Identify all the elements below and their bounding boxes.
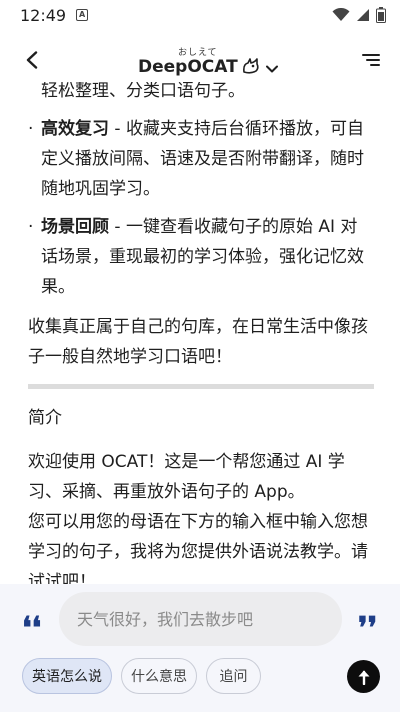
assistant-message: 轻松整理、分类口语句子。 · 高效复习 - 收藏夹支持后台循环播放，可自定义播放…	[0, 82, 400, 584]
status-bar: 12:49 A	[0, 0, 400, 30]
brand-ruby: おしえて	[178, 48, 218, 58]
back-button[interactable]	[20, 48, 44, 72]
quote-open-icon: ❛❛	[22, 611, 42, 646]
feature-bullet-scene: · 场景回顾 - 一键查看收藏句子的原始 AI 对话场景，重现最初的学习体验，强…	[28, 212, 374, 302]
closing-paragraph: 收集真正属于自己的句库，在日常生活中像孩子一般自然地学习口语吧！	[28, 317, 368, 367]
status-time: 12:49	[20, 5, 67, 25]
status-indicators	[332, 7, 386, 23]
bullet-title: 场景回顾	[41, 217, 109, 237]
back-arrow-icon	[26, 51, 38, 69]
bullet-dot: ·	[28, 119, 34, 139]
arrow-up-icon	[358, 670, 369, 685]
message-line-partial: 轻松整理、分类口语句子。	[41, 82, 245, 101]
chevron-down-icon	[265, 65, 278, 73]
brand-name: おしえて DeepOCAT	[138, 48, 238, 78]
message-input[interactable]	[59, 592, 342, 646]
notification-icon: A	[76, 9, 89, 21]
menu-button[interactable]	[358, 48, 382, 72]
bullet-title: 高效复习	[41, 119, 109, 139]
brand-switcher[interactable]: おしえて DeepOCAT	[138, 38, 278, 78]
composer: ❛❛ ❜❜ 英语怎么说 什么意思 追问	[0, 584, 400, 712]
intro-paragraph-2: 您可以用您的母语在下方的输入框中输入您想学习的句子，我将为您提供外语说法教学。请…	[28, 512, 368, 584]
cat-logo-icon	[242, 58, 259, 74]
intro-paragraph-1: 欢迎使用 OCAT！这是一个帮您通过 AI 学习、采摘、再重放外语句子的 App…	[28, 452, 345, 502]
bullet-dot: ·	[28, 217, 34, 237]
menu-icon	[362, 54, 380, 66]
section-divider	[28, 384, 374, 389]
wifi-icon	[332, 8, 350, 21]
quote-close-icon: ❜❜	[358, 611, 378, 646]
chip-follow-up[interactable]: 追问	[206, 658, 261, 694]
chat-content[interactable]: 轻松整理、分类口语句子。 · 高效复习 - 收藏夹支持后台循环播放，可自定义播放…	[0, 82, 400, 584]
app-header: おしえて DeepOCAT	[0, 36, 400, 82]
send-button[interactable]	[347, 660, 380, 693]
feature-bullet-review: · 高效复习 - 收藏夹支持后台循环播放，可自定义播放间隔、语速及是否附带翻译，…	[28, 114, 374, 204]
signal-icon	[357, 9, 369, 21]
battery-icon	[376, 7, 386, 23]
chip-what-does-it-mean[interactable]: 什么意思	[121, 658, 197, 694]
section-title: 简介	[28, 408, 62, 428]
chip-how-to-say-in-english[interactable]: 英语怎么说	[22, 658, 112, 694]
